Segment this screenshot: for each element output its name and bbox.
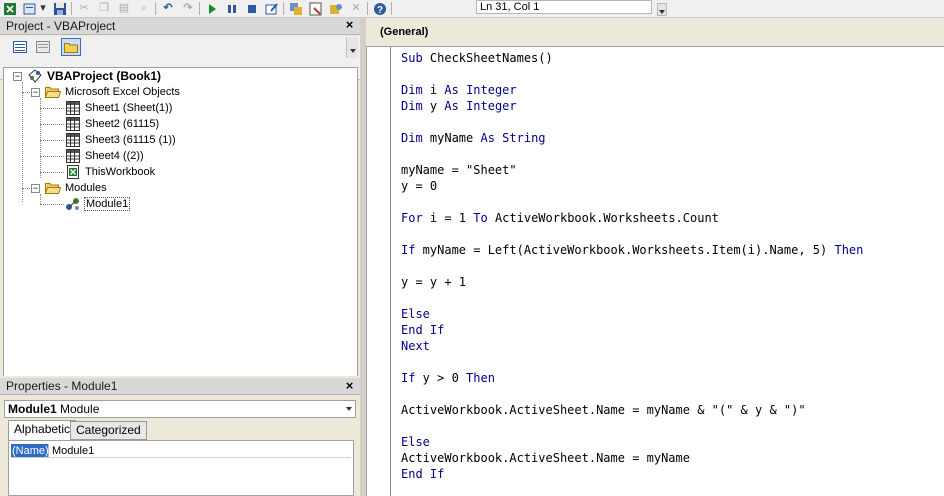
code-line[interactable]: Dim y As Integer bbox=[401, 98, 517, 114]
project-explorer-title: Project - VBAProject bbox=[0, 18, 360, 35]
collapse-root-icon[interactable]: − bbox=[13, 72, 22, 81]
object-select[interactable]: Module1 Module bbox=[4, 400, 356, 418]
properties-panel: Properties - Module1 × Module1 Module Al… bbox=[0, 376, 360, 496]
view-object-icon[interactable] bbox=[33, 38, 53, 56]
cut-icon[interactable]: ✂ bbox=[76, 1, 92, 16]
toggle-folders-icon[interactable] bbox=[61, 38, 81, 56]
tree-item-label: Modules bbox=[65, 182, 107, 194]
folder-open-icon bbox=[44, 85, 62, 99]
insert-module-icon[interactable] bbox=[22, 1, 38, 16]
worksheet-icon bbox=[65, 149, 81, 163]
properties-icon[interactable] bbox=[308, 1, 324, 16]
run-icon[interactable] bbox=[204, 1, 220, 16]
tree-item-sheet4[interactable]: Sheet4 ((2)) bbox=[65, 148, 145, 164]
module-icon bbox=[65, 197, 81, 211]
tree-item-label: Sheet3 (61115 (1)) bbox=[85, 134, 176, 146]
worksheet-icon bbox=[65, 101, 81, 115]
tree-folder-excel-objects[interactable]: Microsoft Excel Objects bbox=[44, 84, 181, 100]
object-type: Module bbox=[60, 402, 100, 416]
toolbar-options-icon[interactable] bbox=[657, 3, 667, 16]
code-line[interactable]: End If bbox=[401, 466, 444, 482]
property-value[interactable]: Module1 bbox=[49, 444, 94, 457]
code-window: (General) Sub CheckSheetNames() Dim i As … bbox=[366, 18, 944, 496]
object-name: Module1 bbox=[8, 402, 57, 416]
collapse-modules-icon[interactable]: − bbox=[31, 184, 40, 193]
code-line[interactable]: For i = 1 To ActiveWorkbook.Worksheets.C… bbox=[401, 210, 719, 226]
reset-icon[interactable] bbox=[244, 1, 260, 16]
tree-item-sheet2[interactable]: Sheet2 (61115) bbox=[65, 116, 160, 132]
chevron-down-icon bbox=[346, 407, 352, 411]
view-code-icon[interactable] bbox=[10, 38, 30, 56]
property-name: (Name) bbox=[11, 444, 49, 457]
tab-categorized[interactable]: Categorized bbox=[70, 421, 147, 440]
cursor-position-indicator: Ln 31, Col 1 bbox=[476, 0, 652, 14]
tree-folder-modules[interactable]: Modules bbox=[44, 180, 108, 196]
close-icon[interactable]: × bbox=[343, 18, 356, 32]
properties-title: Properties - Module1 bbox=[0, 378, 360, 395]
code-line[interactable]: Else bbox=[401, 306, 430, 322]
copy-icon[interactable]: ❐ bbox=[96, 1, 112, 16]
code-line[interactable]: End If bbox=[401, 322, 444, 338]
code-line[interactable]: ActiveWorkbook.ActiveSheet.Name = myName bbox=[401, 450, 690, 466]
code-line[interactable]: Sub CheckSheetNames() bbox=[401, 50, 553, 66]
properties-grid: (Name) Module1 bbox=[8, 440, 354, 496]
code-line[interactable]: If y > 0 Then bbox=[401, 370, 495, 386]
tree-item-vbaproject[interactable]: VBAProject (Book1) bbox=[27, 68, 162, 84]
collapse-excel-objects-icon[interactable]: − bbox=[31, 88, 40, 97]
tab-alphabetic[interactable]: Alphabetic bbox=[8, 420, 77, 440]
excel-icon[interactable] bbox=[2, 1, 18, 16]
tree-item-label: Sheet2 (61115) bbox=[85, 118, 160, 130]
tree-item-label: Module1 bbox=[84, 197, 131, 211]
folder-open-icon bbox=[44, 181, 62, 195]
code-editor[interactable]: Sub CheckSheetNames() Dim i As Integer Dim… bbox=[366, 46, 944, 496]
paste-icon[interactable]: ▤ bbox=[116, 1, 132, 16]
object-browser-icon[interactable] bbox=[328, 1, 344, 16]
code-margin[interactable] bbox=[367, 47, 391, 496]
code-line[interactable]: Next bbox=[401, 338, 430, 354]
code-line[interactable]: myName = "Sheet" bbox=[401, 162, 517, 178]
workbook-icon bbox=[65, 165, 81, 179]
tree-item-sheet3[interactable]: Sheet3 (61115 (1)) bbox=[65, 132, 177, 148]
vbaproject-icon bbox=[27, 69, 43, 83]
tree-item-label: Sheet1 (Sheet(1)) bbox=[85, 102, 173, 114]
svg-text:?: ? bbox=[377, 5, 383, 16]
tree-item-label: ThisWorkbook bbox=[85, 166, 156, 178]
code-header: (General) bbox=[366, 18, 944, 46]
worksheet-icon bbox=[65, 133, 81, 147]
tree-item-label: VBAProject (Book1) bbox=[47, 69, 162, 83]
project-tree: − VBAProject (Book1) − Microsoft Excel O… bbox=[3, 67, 358, 392]
toolbar-scroll-icon[interactable] bbox=[346, 37, 358, 58]
object-combo[interactable]: (General) bbox=[372, 23, 944, 42]
tree-item-module1[interactable]: Module1 bbox=[65, 196, 131, 212]
code-line[interactable]: Dim i As Integer bbox=[401, 82, 517, 98]
save-icon[interactable] bbox=[52, 1, 68, 16]
code-line[interactable]: Dim myName As String bbox=[401, 130, 546, 146]
code-line[interactable]: Else bbox=[401, 434, 430, 450]
find-icon[interactable]: ⌕ bbox=[136, 1, 152, 16]
help-icon[interactable]: ? bbox=[372, 1, 388, 16]
insert-dropdown-icon[interactable]: ▾ bbox=[38, 1, 48, 16]
code-line[interactable]: ActiveWorkbook.ActiveSheet.Name = myName… bbox=[401, 402, 806, 418]
tree-item-sheet1[interactable]: Sheet1 (Sheet(1)) bbox=[65, 100, 173, 116]
redo-icon[interactable]: ↷ bbox=[180, 1, 196, 16]
close-icon[interactable]: × bbox=[343, 379, 356, 393]
code-line[interactable]: y = 0 bbox=[401, 178, 437, 194]
undo-icon[interactable]: ↶ bbox=[160, 1, 176, 16]
tree-item-label: Microsoft Excel Objects bbox=[65, 86, 180, 98]
design-mode-icon[interactable] bbox=[264, 1, 280, 16]
tree-item-thisworkbook[interactable]: ThisWorkbook bbox=[65, 164, 156, 180]
break-icon[interactable] bbox=[224, 1, 240, 16]
code-line[interactable]: y = y + 1 bbox=[401, 274, 466, 290]
project-explorer-icon[interactable] bbox=[288, 1, 304, 16]
tree-item-label: Sheet4 ((2)) bbox=[85, 150, 144, 162]
project-explorer-panel: Project - VBAProject × − VBAProject (Boo… bbox=[0, 18, 360, 392]
toolbox-icon[interactable]: ✕ bbox=[348, 1, 364, 16]
code-line[interactable]: If myName = Left(ActiveWorkbook.Workshee… bbox=[401, 242, 863, 258]
property-row[interactable]: (Name) Module1 bbox=[11, 444, 351, 458]
standard-toolbar: ▾ ✂ ❐ ▤ ⌕ ↶ ↷ ✕ ? Ln 31, Col 1 bbox=[0, 0, 944, 18]
worksheet-icon bbox=[65, 117, 81, 131]
